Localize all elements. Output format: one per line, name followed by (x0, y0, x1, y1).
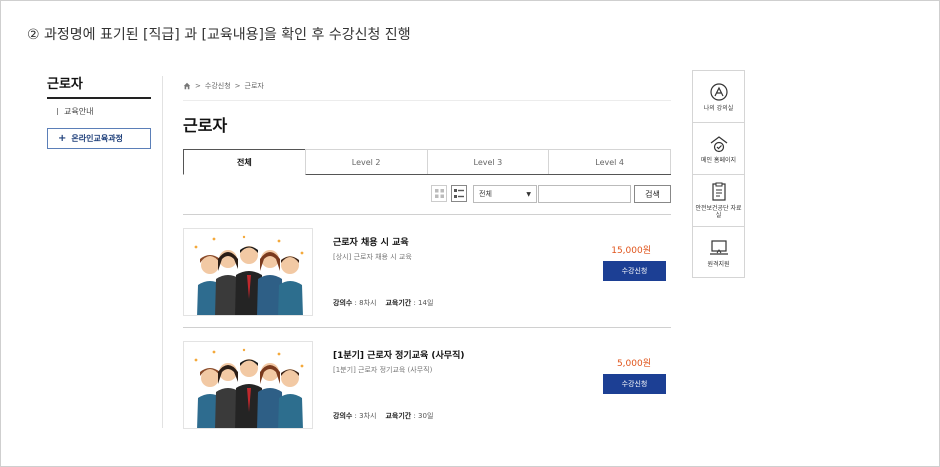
lessons-value: : 3차시 (352, 412, 377, 420)
quick-menu-main-homepage[interactable]: 메인 홈페이지 (693, 123, 744, 175)
apply-button[interactable]: 수강신청 (603, 261, 666, 281)
tab-level-4[interactable]: Level 4 (548, 149, 671, 174)
page-title: 근로자 (183, 116, 228, 135)
workers-illustration (194, 235, 304, 315)
instruction-text: ② 과정명에 표기된 [직급] 과 [교육내용]을 확인 후 수강신청 진행 (27, 27, 411, 43)
tab-level-3[interactable]: Level 3 (426, 149, 550, 174)
document-icon (711, 182, 726, 201)
period-label: 교육기간 (385, 299, 412, 307)
tab-all[interactable]: 전체 (183, 149, 306, 175)
bullet-bar (57, 108, 58, 115)
lessons-label: 강의수 (333, 412, 353, 420)
sidebar-item-label: 교육안내 (64, 107, 94, 116)
quick-menu-label: 안전보건공단 자료실 (695, 205, 742, 219)
period-label: 교육기간 (385, 412, 412, 420)
search-button[interactable]: 검색 (634, 185, 671, 203)
course-item: 근로자 채용 시 교육 [상시] 근로자 채용 시 교육 강의수 : 8차시 교육… (183, 228, 671, 328)
course-meta: 강의수 : 8차시 교육기간 : 14일 (333, 298, 433, 308)
quick-menu-label: 나의 강의실 (703, 104, 734, 112)
plus-icon: + (58, 133, 67, 144)
course-subtitle: [상시] 근로자 채용 시 교육 (333, 253, 412, 261)
lessons-value: : 8차시 (352, 299, 377, 307)
workers-illustration (194, 348, 304, 428)
quick-menu-kosha-library[interactable]: 안전보건공단 자료실 (693, 175, 744, 227)
course-thumbnail[interactable] (183, 228, 313, 316)
quick-menu-my-classroom[interactable]: 나의 강의실 (693, 71, 744, 123)
course-thumbnail[interactable] (183, 341, 313, 429)
course-meta: 강의수 : 3차시 교육기간 : 30일 (333, 411, 433, 421)
breadcrumb-separator: > (234, 82, 241, 90)
level-tabs: 전체 Level 2 Level 3 Level 4 (183, 149, 671, 175)
grid-view-icon (434, 189, 444, 198)
course-subtitle: [1분기] 근로자 정기교육 (사무직) (333, 366, 433, 374)
quick-menu: 나의 강의실 메인 홈페이지 안전보건공단 자료실 원격지원 (692, 70, 745, 278)
remote-support-icon (709, 240, 728, 255)
quick-menu-label: 메인 홈페이지 (700, 156, 737, 164)
quick-menu-remote-support[interactable]: 원격지원 (693, 227, 744, 279)
breadcrumb-item[interactable]: 수강신청 (205, 81, 231, 91)
course-price: 15,000원 (611, 246, 651, 256)
period-value: : 14일 (411, 299, 434, 307)
course-title[interactable]: 근로자 채용 시 교육 (333, 235, 409, 248)
sidebar-item-label: 온라인교육과정 (71, 134, 123, 143)
breadcrumb-divider (183, 100, 671, 101)
sidebar-title: 근로자 (47, 77, 83, 92)
period-value: : 30일 (411, 412, 434, 420)
sidebar-item-online-courses[interactable]: + 온라인교육과정 (47, 128, 151, 149)
tab-level-2[interactable]: Level 2 (304, 149, 428, 174)
my-classroom-icon (709, 82, 728, 101)
lessons-label: 강의수 (333, 299, 353, 307)
course-item: [1분기] 근로자 정기교육 (사무직) [1분기] 근로자 정기교육 (사무직… (183, 341, 671, 441)
search-category-select[interactable]: 전체 ▼ (473, 185, 537, 203)
sidebar-divider (47, 97, 151, 99)
breadcrumb-item[interactable]: 근로자 (245, 81, 264, 91)
list-view-button[interactable] (451, 185, 467, 202)
list-top-divider (183, 214, 671, 215)
list-view-icon (454, 189, 464, 198)
sidebar-separator (162, 76, 163, 428)
course-price: 5,000원 (616, 359, 651, 369)
course-divider (183, 327, 671, 328)
course-title[interactable]: [1분기] 근로자 정기교육 (사무직) (333, 348, 464, 361)
quick-menu-label: 원격지원 (707, 261, 730, 268)
caret-down-icon: ▼ (526, 190, 531, 198)
breadcrumb: > 수강신청 > 근로자 (183, 81, 264, 91)
grid-view-button[interactable] (431, 185, 447, 202)
select-value: 전체 (479, 190, 492, 198)
home-shield-icon (710, 135, 727, 152)
home-icon[interactable] (183, 82, 191, 90)
sidebar-item-education-guide[interactable]: 교육안내 (57, 106, 93, 117)
search-input[interactable] (538, 185, 631, 203)
apply-button[interactable]: 수강신청 (603, 374, 666, 394)
breadcrumb-separator: > (195, 82, 201, 90)
